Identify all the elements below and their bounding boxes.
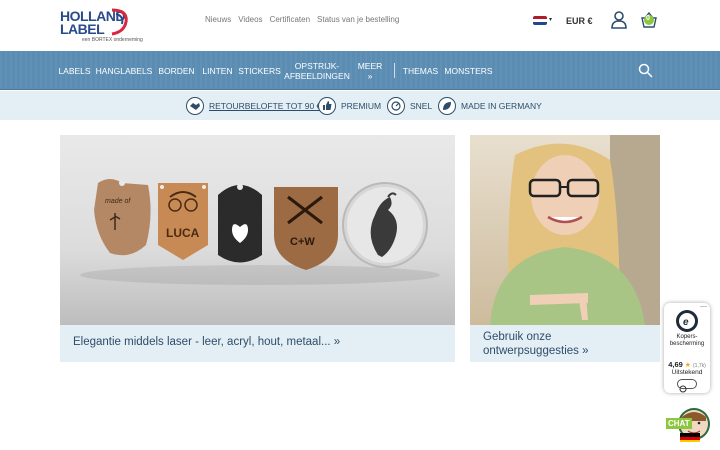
top-link-order-status[interactable]: Status van je bestelling bbox=[317, 15, 399, 24]
nav-item-linten[interactable]: LINTEN bbox=[202, 51, 232, 90]
chat-label: CHAT bbox=[666, 418, 692, 429]
user-account-icon[interactable] bbox=[611, 11, 627, 29]
logo-word-2: LABEL bbox=[60, 21, 105, 37]
nav-item-stickers[interactable]: STICKERS bbox=[238, 51, 281, 90]
currency-selector[interactable]: EUR € bbox=[566, 16, 593, 26]
tag-cw-text: C+W bbox=[290, 236, 315, 248]
top-links: Nieuws Videos Certificaten Status van je… bbox=[205, 15, 399, 24]
star-icon: ★ bbox=[684, 362, 692, 369]
basket-icon[interactable]: 0 bbox=[640, 11, 658, 29]
badge-toggle-icon[interactable] bbox=[677, 379, 697, 393]
logo-tagline: een BORTEX onderneming bbox=[82, 37, 143, 43]
nav-divider bbox=[394, 63, 395, 78]
laser-tags-image: made of LUCA C+W bbox=[60, 135, 455, 325]
usp-premium: PREMIUM bbox=[318, 97, 381, 115]
logo-swoosh-icon bbox=[111, 8, 128, 36]
basket-count: 0 bbox=[646, 15, 650, 22]
nav-item-themas[interactable]: THEMAS bbox=[403, 51, 438, 90]
usp-made-in-germany: MADE IN GERMANY bbox=[438, 97, 542, 115]
laser-materials-card[interactable]: made of LUCA C+W Elegantie middels laser… bbox=[60, 135, 455, 362]
woman-pointing-image bbox=[470, 135, 660, 325]
nav-item-borden[interactable]: BORDEN bbox=[158, 51, 194, 90]
usp-returns[interactable]: RETOURBELOFTE TOT 90 € bbox=[186, 97, 321, 115]
chat-widget[interactable]: CHAT bbox=[666, 407, 710, 443]
usp-made-in-germany-label: MADE IN GERMANY bbox=[461, 101, 542, 111]
trusted-seal-icon: e bbox=[676, 310, 698, 332]
top-link-videos[interactable]: Videos bbox=[238, 15, 262, 24]
tag-made-of-text: made of bbox=[105, 198, 131, 205]
rating-score: 4,69 ★ (1,7k) bbox=[664, 360, 710, 369]
speed-icon bbox=[387, 97, 405, 115]
usp-premium-label: PREMIUM bbox=[341, 101, 382, 111]
nav-item-opstrijkafbeeldingen[interactable]: OPSTRIJK- AFBEELDINGEN bbox=[284, 51, 350, 90]
search-icon[interactable] bbox=[638, 63, 653, 78]
handshake-icon bbox=[186, 97, 204, 115]
language-caret-icon[interactable]: ▾ bbox=[549, 16, 552, 23]
svg-text:e: e bbox=[683, 317, 689, 328]
score-value: 4,69 bbox=[668, 360, 683, 369]
nav-item-labels[interactable]: LABELS bbox=[58, 51, 90, 90]
buyer-protection-label: Kopers-bescherming bbox=[669, 334, 705, 347]
main-navigation: LABELS HANGLABELS BORDEN LINTEN STICKERS… bbox=[0, 51, 720, 90]
nav-item-hanglabels[interactable]: HANGLABELS bbox=[96, 51, 153, 90]
trusted-shops-badge[interactable]: — e Kopers-bescherming 4,69 ★ (1,7k) Uit… bbox=[664, 303, 710, 393]
design-suggestions-caption[interactable]: Gebruik onze ontwerpsuggesties » bbox=[483, 330, 603, 358]
nav-item-monsters[interactable]: MONSTERS bbox=[444, 51, 492, 90]
tag-luca-text: LUCA bbox=[166, 226, 200, 240]
holland-label-logo[interactable]: HOLLAND LABEL een BORTEX onderneming bbox=[60, 8, 160, 43]
laser-materials-caption[interactable]: Elegantie middels laser - leer, acryl, h… bbox=[73, 336, 340, 348]
top-link-certificates[interactable]: Certificaten bbox=[270, 15, 310, 24]
language-flag-icon[interactable] bbox=[533, 16, 547, 25]
usp-fast: SNEL bbox=[387, 97, 432, 115]
thumbs-up-icon bbox=[318, 97, 336, 115]
usp-fast-label: SNEL bbox=[410, 101, 433, 111]
rating-word: Uitstekend bbox=[671, 369, 703, 376]
badge-minimize-icon[interactable]: — bbox=[700, 303, 707, 310]
usp-band: RETOURBELOFTE TOT 90 € PREMIUM SNEL MADE… bbox=[0, 91, 720, 120]
top-link-news[interactable]: Nieuws bbox=[205, 15, 231, 24]
design-suggestions-card[interactable]: Gebruik onze ontwerpsuggesties » bbox=[470, 135, 660, 362]
leaf-icon bbox=[438, 97, 456, 115]
top-bar: HOLLAND LABEL een BORTEX onderneming Nie… bbox=[0, 0, 720, 51]
nav-item-meer[interactable]: MEER » bbox=[355, 51, 385, 90]
usp-returns-label: RETOURBELOFTE TOT 90 € bbox=[209, 101, 322, 111]
